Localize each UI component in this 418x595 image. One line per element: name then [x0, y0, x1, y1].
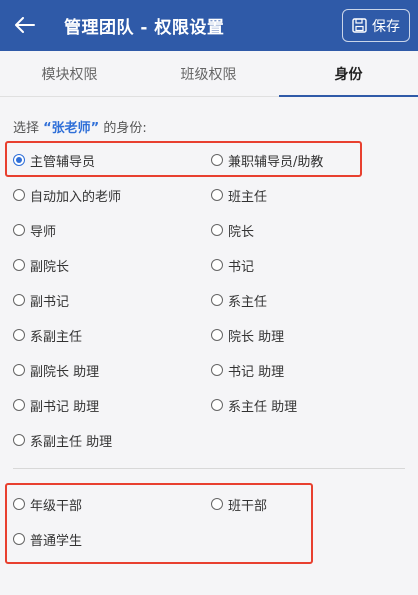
radio-icon	[211, 224, 223, 236]
teacher-name: “张老师”	[43, 121, 100, 136]
role-label: 系主任 助理	[228, 399, 298, 415]
radio-icon	[211, 399, 223, 411]
tab-identity[interactable]: 身份	[279, 51, 418, 98]
role-label: 院长	[228, 224, 255, 240]
save-label: 保存	[372, 18, 400, 35]
role-option-auto-joined-teacher[interactable]: 自动加入的老师	[13, 185, 121, 205]
page-title: 管理团队 - 权限设置	[64, 18, 225, 38]
section-divider	[13, 468, 405, 469]
radio-icon	[13, 259, 25, 271]
role-label: 系副主任 助理	[30, 434, 113, 450]
save-icon	[352, 18, 367, 33]
role-option-vice-dean[interactable]: 副院长	[13, 255, 69, 275]
role-option-dean[interactable]: 院长	[211, 220, 254, 240]
save-button[interactable]: 保存	[342, 9, 410, 42]
role-label: 班主任	[228, 189, 268, 205]
highlight-box-student-roles	[5, 483, 313, 564]
back-button[interactable]	[10, 10, 40, 40]
tab-bar: 模块权限 班级权限 身份	[0, 51, 418, 98]
role-label: 副书记 助理	[30, 399, 100, 415]
radio-icon	[13, 434, 25, 446]
highlight-box-counselor-roles	[5, 141, 362, 177]
prompt-prefix: 选择	[13, 121, 44, 136]
role-label: 系副主任	[30, 329, 83, 345]
radio-icon	[13, 224, 25, 236]
role-label: 书记	[228, 259, 255, 275]
role-option-dean-assistant[interactable]: 院长 助理	[211, 325, 284, 345]
role-option-department-head-assistant[interactable]: 系主任 助理	[211, 395, 297, 415]
role-option-vice-dean-assistant[interactable]: 副院长 助理	[13, 360, 99, 380]
radio-icon	[13, 364, 25, 376]
radio-icon	[13, 294, 25, 306]
role-label: 系主任	[228, 294, 268, 310]
tab-module-permissions[interactable]: 模块权限	[0, 51, 139, 97]
role-label: 副院长 助理	[30, 364, 100, 380]
radio-icon	[211, 259, 223, 271]
radio-icon	[211, 294, 223, 306]
role-option-deputy-department-head[interactable]: 系副主任	[13, 325, 82, 345]
arrow-left-icon	[15, 17, 35, 33]
prompt-suffix: 的身份:	[99, 121, 147, 136]
app-header: 管理团队 - 权限设置 保存	[0, 0, 418, 51]
radio-icon	[211, 189, 223, 201]
selection-prompt: 选择 “张老师” 的身份:	[13, 117, 147, 136]
role-option-secretary-assistant[interactable]: 书记 助理	[211, 360, 284, 380]
role-label: 导师	[30, 224, 57, 240]
role-option-deputy-department-head-assistant[interactable]: 系副主任 助理	[13, 430, 112, 450]
role-option-class-teacher[interactable]: 班主任	[211, 185, 267, 205]
radio-icon	[13, 329, 25, 341]
role-option-deputy-secretary-assistant[interactable]: 副书记 助理	[13, 395, 99, 415]
radio-icon	[211, 329, 223, 341]
role-option-department-head[interactable]: 系主任	[211, 290, 267, 310]
role-option-secretary[interactable]: 书记	[211, 255, 254, 275]
role-option-mentor[interactable]: 导师	[13, 220, 56, 240]
role-option-deputy-secretary[interactable]: 副书记	[13, 290, 69, 310]
role-label: 副书记	[30, 294, 70, 310]
radio-icon	[211, 364, 223, 376]
role-label: 书记 助理	[228, 364, 285, 380]
radio-icon	[13, 399, 25, 411]
tab-class-permissions[interactable]: 班级权限	[139, 51, 278, 97]
role-label: 院长 助理	[228, 329, 285, 345]
role-label: 副院长	[30, 259, 70, 275]
radio-icon	[13, 189, 25, 201]
role-label: 自动加入的老师	[30, 189, 122, 205]
